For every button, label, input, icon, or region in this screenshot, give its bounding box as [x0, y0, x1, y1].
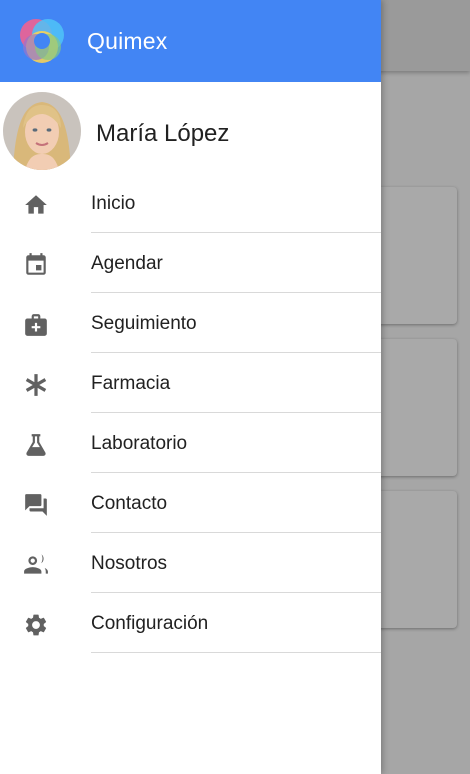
- menu-item-label: Farmacia: [91, 373, 171, 394]
- menu-item-contacto[interactable]: Contacto: [0, 473, 381, 533]
- app-title: Quimex: [87, 28, 168, 54]
- side-drawer: Quimex María López Inicio Agendar Seguim…: [0, 0, 381, 774]
- menu-item-laboratorio[interactable]: Laboratorio: [0, 413, 381, 473]
- menu-item-agendar[interactable]: Agendar: [0, 233, 381, 293]
- menu-item-configuracion[interactable]: Configuración: [0, 593, 381, 653]
- menu-item-farmacia[interactable]: Farmacia: [0, 353, 381, 413]
- user-profile[interactable]: María López: [0, 82, 381, 180]
- asterisk-icon: [22, 371, 50, 399]
- menu-item-label: Seguimiento: [91, 313, 197, 334]
- user-name: María López: [96, 120, 230, 147]
- menu-item-seguimiento[interactable]: Seguimiento: [0, 293, 381, 353]
- menu-item-label: Contacto: [91, 493, 168, 514]
- people-icon: [22, 551, 50, 579]
- gear-icon: [22, 611, 50, 639]
- menu-item-inicio[interactable]: Inicio: [0, 173, 381, 233]
- app-logo-icon: [20, 19, 64, 63]
- calendar-icon: [22, 251, 50, 279]
- avatar[interactable]: [3, 92, 81, 170]
- divider: [91, 652, 381, 653]
- flask-icon: [22, 431, 50, 459]
- menu-item-label: Inicio: [91, 193, 136, 214]
- menu-item-nosotros[interactable]: Nosotros: [0, 533, 381, 593]
- drawer-menu: Inicio Agendar Seguimiento Farmacia Labo…: [0, 173, 381, 653]
- medkit-icon: [22, 311, 50, 339]
- drawer-header: Quimex: [0, 0, 381, 82]
- menu-item-label: Nosotros: [91, 553, 168, 574]
- menu-item-label: Configuración: [91, 613, 209, 634]
- menu-item-label: Laboratorio: [91, 433, 188, 454]
- menu-item-label: Agendar: [91, 253, 163, 274]
- home-icon: [22, 191, 50, 219]
- chat-icon: [22, 491, 50, 519]
